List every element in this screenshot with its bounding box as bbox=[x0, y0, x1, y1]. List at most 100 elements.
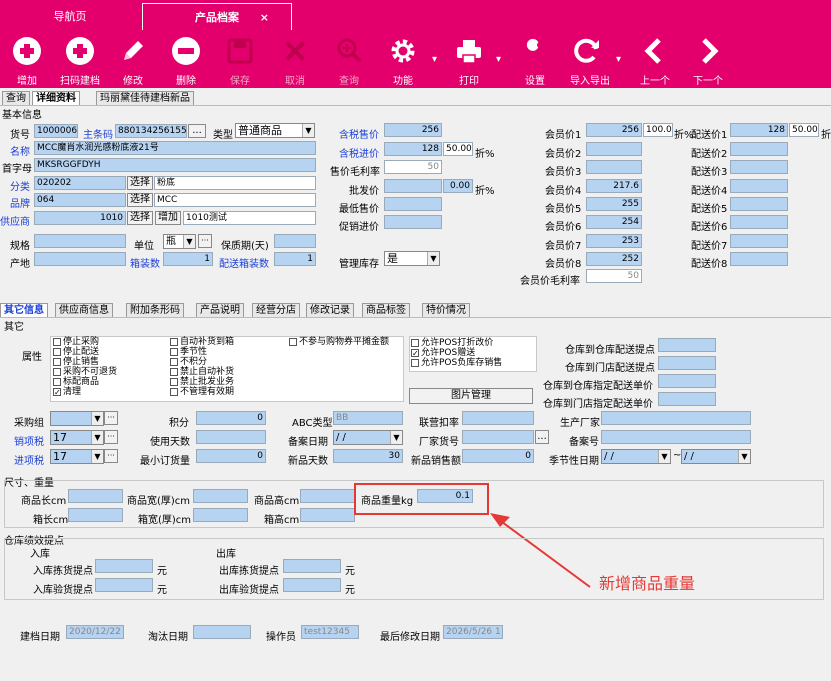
min-price-field[interactable] bbox=[384, 197, 442, 211]
member-price-field[interactable] bbox=[586, 160, 642, 174]
member-price-field[interactable]: 252 bbox=[586, 252, 642, 266]
tab-extra-barcode[interactable]: 附加条形码 bbox=[126, 303, 184, 317]
tab-product[interactable]: 产品档案 × bbox=[142, 3, 292, 30]
tax-cost-field[interactable]: 128 bbox=[384, 142, 442, 156]
dist-price-field[interactable] bbox=[730, 160, 788, 174]
pos-checkbox[interactable]: 允许POS负库存销售 bbox=[411, 359, 502, 368]
attr-checkbox[interactable]: 季节性 bbox=[170, 348, 207, 357]
input-tax-select[interactable]: 17 ▼ bbox=[50, 430, 104, 445]
member-price-field[interactable]: 253 bbox=[586, 234, 642, 248]
spec-field[interactable] bbox=[34, 234, 126, 248]
dist-price-field[interactable] bbox=[730, 142, 788, 156]
wh-field[interactable] bbox=[658, 374, 716, 388]
settings-button[interactable]: 设置 bbox=[510, 30, 560, 88]
subtab-detail[interactable]: 详细资料 bbox=[32, 91, 80, 105]
season-to-picker[interactable]: / / ▼ bbox=[681, 449, 751, 464]
supplier-code-field[interactable]: 1010 bbox=[34, 211, 126, 225]
attr-checkbox[interactable]: 不积分 bbox=[170, 358, 207, 367]
height-field[interactable] bbox=[300, 489, 355, 503]
factory-no-lookup-button[interactable]: ... bbox=[535, 430, 549, 444]
supplier-add-button[interactable]: 增加 bbox=[155, 211, 181, 225]
member-price-field[interactable]: 255 bbox=[586, 197, 642, 211]
brand-select-button[interactable]: 选择 bbox=[127, 193, 153, 207]
print-button[interactable]: 打印 bbox=[444, 30, 494, 88]
thickness-field[interactable] bbox=[193, 489, 248, 503]
initials-field[interactable]: MKSRGGFDYH bbox=[34, 158, 316, 172]
tab-special-price[interactable]: 特价情况 bbox=[422, 303, 470, 317]
subtab-query[interactable]: 查询 bbox=[2, 91, 30, 105]
member-price-field[interactable]: 256 bbox=[586, 123, 642, 137]
wholesale-discount-field[interactable]: 0.00 bbox=[443, 179, 473, 193]
attr-checkbox[interactable]: 禁止自动补货 bbox=[170, 368, 234, 377]
tab-supplier-info[interactable]: 供应商信息 bbox=[55, 303, 113, 317]
box-thickness-field[interactable] bbox=[193, 508, 248, 522]
dist-price-field[interactable] bbox=[730, 197, 788, 211]
factory-no-field[interactable] bbox=[462, 430, 534, 444]
record-date-picker[interactable]: / / ▼ bbox=[333, 430, 403, 445]
tab-labels[interactable]: 商品标签 bbox=[362, 303, 410, 317]
supplier-select-button[interactable]: 选择 bbox=[127, 211, 153, 225]
record-no-field[interactable] bbox=[601, 430, 751, 444]
dist-price-field[interactable]: 128 bbox=[730, 123, 788, 137]
pos-checkbox[interactable]: 允许POS打折改价 bbox=[411, 339, 493, 348]
member-price-field[interactable] bbox=[586, 142, 642, 156]
brand-code-field[interactable]: 064 bbox=[34, 193, 126, 207]
cancel-button[interactable]: 取消 bbox=[270, 30, 320, 88]
import-export-button[interactable]: 导入导出 bbox=[562, 30, 618, 88]
in-pick-field[interactable] bbox=[95, 559, 153, 573]
query-button[interactable]: 查询 bbox=[324, 30, 374, 88]
image-manage-button[interactable]: 图片管理 bbox=[409, 388, 533, 404]
member-price-field[interactable]: 254 bbox=[586, 215, 642, 229]
box-height-field[interactable] bbox=[300, 508, 355, 522]
save-button[interactable]: 保存 bbox=[215, 30, 265, 88]
attr-checkbox[interactable]: 禁止批发业务 bbox=[170, 378, 234, 387]
next-button[interactable]: 下一个 bbox=[683, 30, 733, 88]
attr-checkbox[interactable]: ✓ 清理 bbox=[53, 388, 81, 397]
add-button[interactable]: 增加 bbox=[2, 30, 52, 88]
member-price-field[interactable]: 217.6 bbox=[586, 179, 642, 193]
box-qty-field[interactable]: 1 bbox=[163, 252, 213, 266]
promo-cost-field[interactable] bbox=[384, 215, 442, 229]
close-icon[interactable]: × bbox=[260, 4, 269, 31]
abc-field[interactable]: BB bbox=[333, 411, 403, 425]
tab-nav[interactable]: 导航页 bbox=[0, 3, 140, 30]
attr-checkbox[interactable]: 标配商品 bbox=[53, 378, 99, 387]
attr-checkbox[interactable]: 不管理有效期 bbox=[170, 388, 234, 397]
attr-checkbox[interactable]: 采购不可退货 bbox=[53, 368, 117, 377]
wh-field[interactable] bbox=[658, 392, 716, 406]
type-select[interactable]: 普通商品 ▼ bbox=[235, 123, 315, 138]
season-from-picker[interactable]: / / ▼ bbox=[601, 449, 671, 464]
barcode-lookup-button[interactable]: ... bbox=[188, 124, 206, 138]
out-check-field[interactable] bbox=[283, 578, 341, 592]
function-button[interactable]: 功能 bbox=[378, 30, 428, 88]
output-tax-select[interactable]: 17 ▼ bbox=[50, 449, 104, 464]
tab-product-desc[interactable]: 产品说明 bbox=[196, 303, 244, 317]
attr-checkbox[interactable]: 停止销售 bbox=[53, 358, 99, 367]
prev-button[interactable]: 上一个 bbox=[630, 30, 680, 88]
purchase-group-select[interactable]: ▼ bbox=[50, 411, 104, 426]
new-sales-field[interactable]: 0 bbox=[462, 449, 534, 463]
tab-change-log[interactable]: 修改记录 bbox=[306, 303, 354, 317]
min-order-field[interactable]: 0 bbox=[196, 449, 266, 463]
category-select-button[interactable]: 选择 bbox=[127, 176, 153, 190]
dist-discount-field[interactable]: 50.00 bbox=[789, 123, 819, 137]
wh-field[interactable] bbox=[658, 338, 716, 352]
tax-price-field[interactable]: 256 bbox=[384, 123, 442, 137]
use-days-field[interactable] bbox=[196, 430, 266, 444]
maker-field[interactable] bbox=[601, 411, 751, 425]
name-field[interactable]: MCC魔肖水润光感粉底液21号 bbox=[34, 141, 316, 155]
dist-price-field[interactable] bbox=[730, 252, 788, 266]
in-check-field[interactable] bbox=[95, 578, 153, 592]
dist-price-field[interactable] bbox=[730, 215, 788, 229]
box-length-field[interactable] bbox=[68, 508, 123, 522]
member-discount-field[interactable]: 100.0( bbox=[643, 123, 673, 137]
attr-checkbox[interactable]: 自动补货到箱 bbox=[170, 338, 234, 347]
item-no-field[interactable]: 1000006 bbox=[34, 124, 78, 138]
tab-other-info[interactable]: 其它信息 bbox=[0, 303, 48, 317]
joint-rate-field[interactable] bbox=[462, 411, 534, 425]
points-field[interactable]: 0 bbox=[196, 411, 266, 425]
scan-create-button[interactable]: 扫码建档 bbox=[55, 30, 105, 88]
pos-checkbox[interactable]: ✓ 允许POS赠送 bbox=[411, 349, 475, 358]
output-tax-more-button[interactable]: ··· bbox=[104, 449, 118, 463]
barcode-field[interactable]: 8801342561554 bbox=[115, 124, 187, 138]
